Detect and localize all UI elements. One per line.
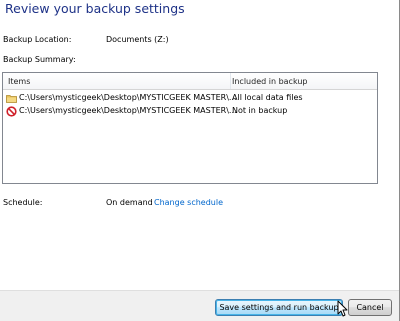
item-path: C:\Users\mysticgeek\Desktop\MYSTICGEEK M… xyxy=(19,93,237,102)
save-and-run-button[interactable]: Save settings and run backup xyxy=(215,299,343,316)
backup-summary-label: Backup Summary: xyxy=(3,55,76,64)
schedule-label: Schedule: xyxy=(3,198,43,207)
column-header-included[interactable]: Included in backup xyxy=(232,77,308,86)
folder-icon xyxy=(6,93,17,104)
item-status: All local data files xyxy=(232,93,303,102)
backup-location-value: Documents (Z:) xyxy=(106,35,169,44)
backup-location-label: Backup Location: xyxy=(3,35,72,44)
list-header: Items Included in backup xyxy=(3,73,377,90)
item-status: Not in backup xyxy=(232,106,288,115)
change-schedule-link[interactable]: Change schedule xyxy=(154,198,223,207)
backup-settings-dialog: Review your backup settings Backup Locat… xyxy=(0,0,400,321)
backup-summary-list[interactable]: Items Included in backup C:\Users\mystic… xyxy=(2,72,378,184)
schedule-value: On demand xyxy=(106,198,153,207)
item-path: C:\Users\mysticgeek\Desktop\MYSTICGEEK M… xyxy=(19,106,237,115)
column-header-items[interactable]: Items xyxy=(8,77,30,86)
excluded-icon xyxy=(6,106,17,117)
list-item[interactable]: C:\Users\mysticgeek\Desktop\MYSTICGEEK M… xyxy=(3,105,377,118)
page-title: Review your backup settings xyxy=(5,1,185,16)
cancel-button[interactable]: Cancel xyxy=(348,299,392,316)
list-item[interactable]: C:\Users\mysticgeek\Desktop\MYSTICGEEK M… xyxy=(3,92,377,105)
column-divider[interactable] xyxy=(230,73,231,89)
pointer-cursor-icon xyxy=(337,300,348,317)
